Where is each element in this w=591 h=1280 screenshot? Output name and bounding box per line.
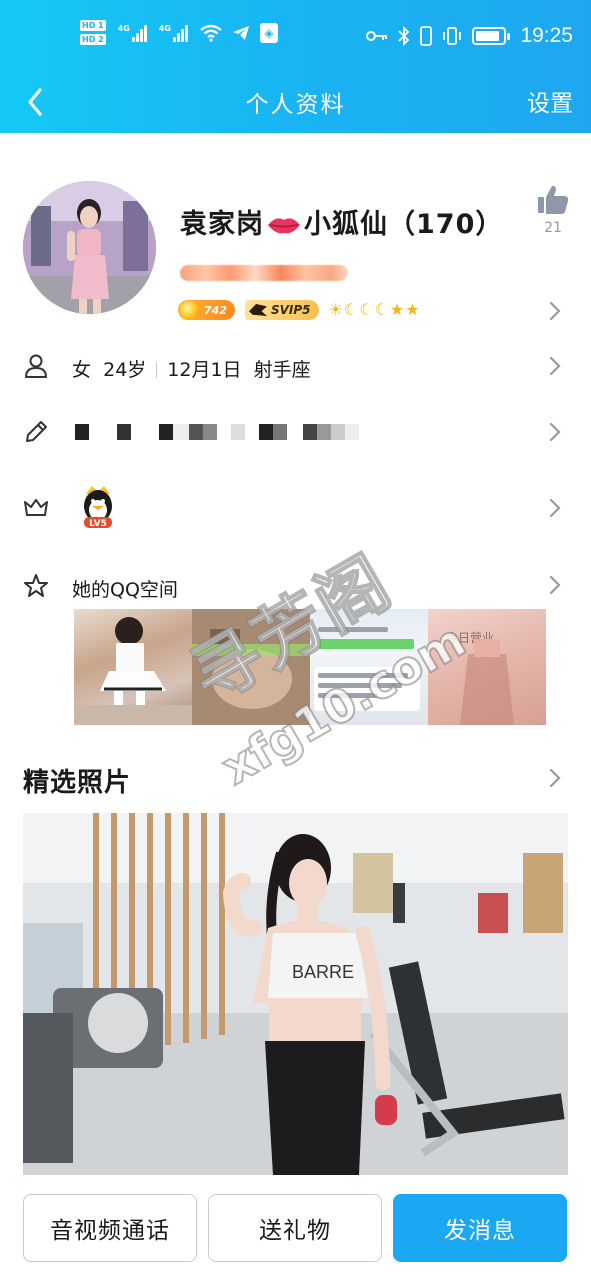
chat-text-line (318, 627, 388, 632)
video-call-button[interactable]: 音视频通话 (23, 1194, 197, 1262)
shield-icon: ◈ (259, 22, 278, 43)
moon-icon: ☾ (359, 300, 374, 319)
hd-indicators: HD 1 HD 2 (80, 20, 106, 45)
svip-badge: SVIP5 (244, 300, 319, 320)
send-message-button[interactable]: 发消息 (393, 1194, 567, 1262)
star-icon: ★ (389, 300, 405, 319)
nav-bar: 个人资料 设置 (0, 72, 591, 133)
hd1-indicator: HD 1 (80, 20, 106, 31)
hd1-label: HD 1 (80, 20, 106, 31)
hd2-label: HD 2 (80, 34, 106, 45)
zone-photo[interactable] (74, 609, 192, 725)
profile-name: 袁家岗 小狐仙（170） (180, 202, 503, 241)
user-icon (25, 354, 47, 378)
thumbs-up-icon[interactable] (536, 183, 570, 217)
key-icon (366, 31, 388, 41)
chevron-right-icon[interactable] (549, 498, 561, 518)
pencil-icon (26, 421, 47, 442)
status-bar: HD 1 HD 2 4G 4G ◈ 19:25 (0, 0, 591, 72)
profile-name-part2: 小狐仙（170） (304, 209, 504, 240)
hd2-indicator: HD 2 (80, 34, 106, 45)
gender: 女 (72, 359, 92, 381)
zone-photo[interactable] (310, 609, 428, 725)
chat-text-line (318, 673, 408, 678)
star-outline-icon (24, 574, 48, 597)
star-icon: ★ (405, 300, 420, 319)
coin-value: 742 (204, 303, 227, 317)
featured-title: 精选照片 (23, 768, 132, 798)
badges-row[interactable]: 742 SVIP5 ☀ ☾ ☾ ☾ ★ ★ (178, 300, 420, 320)
coin-badge: 742 (178, 300, 235, 320)
chat-text-line (318, 639, 414, 649)
qq-zone-label[interactable]: 她的QQ空间 (72, 575, 178, 602)
phone-status-icon (420, 26, 433, 46)
zone-photo[interactable] (192, 609, 310, 725)
featured-photo-art: BARRE (23, 813, 568, 1175)
settings-button[interactable]: 设置 (527, 84, 573, 118)
chevron-right-icon[interactable] (549, 575, 561, 595)
moon-icon: ☾ (343, 300, 359, 319)
signal-2-label: 4G (158, 23, 171, 33)
qq-zone-thumbnails[interactable]: 今日营业 (74, 609, 546, 725)
divider (156, 362, 158, 378)
avatar[interactable] (23, 181, 156, 314)
header: HD 1 HD 2 4G 4G ◈ 19:25 个人资料 设置 (0, 0, 591, 133)
qq-penguin-level-icon: LV5 (84, 486, 112, 529)
basic-info[interactable]: 女 24岁 12月1日 射手座 (72, 355, 311, 382)
qq-level-icons: ☀ ☾ ☾ ☾ ★ ★ (329, 300, 420, 320)
chevron-right-icon[interactable] (549, 422, 561, 442)
chat-text-line (318, 683, 402, 688)
crown-icon (24, 499, 48, 516)
battery-icon (472, 27, 511, 45)
zodiac: 射手座 (253, 359, 311, 381)
zone-photo-2-art (192, 609, 310, 725)
sun-icon: ☀ (328, 300, 343, 319)
bluetooth-icon (398, 26, 410, 46)
chevron-right-icon[interactable] (549, 356, 561, 376)
shirt-text: BARRE (292, 962, 354, 982)
profile-name-part1: 袁家岗 (180, 209, 264, 240)
moon-icon: ☾ (374, 300, 389, 319)
svip-wing-icon (248, 304, 267, 316)
age: 24岁 (103, 359, 147, 381)
telegram-icon (232, 25, 249, 40)
zone-photo[interactable]: 今日营业 (428, 609, 546, 725)
signature-blurred (180, 265, 348, 281)
profile-page: HD 1 HD 2 4G 4G ◈ 19:25 个人资料 设置 袁家岗 小狐仙（… (0, 0, 591, 1280)
birthday: 12月1日 (167, 359, 242, 381)
action-bar: 音视频通话 送礼物 发消息 (0, 1175, 591, 1280)
status-time: 19:25 (520, 24, 573, 47)
send-gift-button[interactable]: 送礼物 (208, 1194, 382, 1262)
status-right: 19:25 (366, 24, 573, 48)
lips-icon (268, 218, 300, 234)
svip-label: SVIP5 (270, 303, 311, 317)
coin-icon (180, 301, 198, 319)
zone-photo-4-art (460, 639, 514, 725)
signal-1-label: 4G (117, 23, 130, 33)
wifi-icon (200, 24, 222, 42)
avatar-background (23, 181, 156, 314)
like-count: 21 (544, 220, 562, 236)
qq-level-label: LV5 (89, 519, 107, 529)
signal-1-icon: 4G (118, 24, 147, 42)
page-title: 个人资料 (245, 92, 346, 118)
bio-blurred[interactable] (75, 424, 359, 440)
chevron-right-icon[interactable] (549, 768, 561, 788)
chat-text-line (318, 693, 378, 698)
battery-fill (476, 31, 499, 41)
status-left: HD 1 HD 2 4G 4G ◈ (80, 20, 278, 45)
signal-2-icon: 4G (159, 24, 188, 42)
vibrate-icon (443, 27, 462, 45)
zone-photo-1-art (74, 617, 192, 725)
featured-photo[interactable]: BARRE (23, 813, 568, 1175)
chevron-right-icon[interactable] (549, 301, 561, 321)
